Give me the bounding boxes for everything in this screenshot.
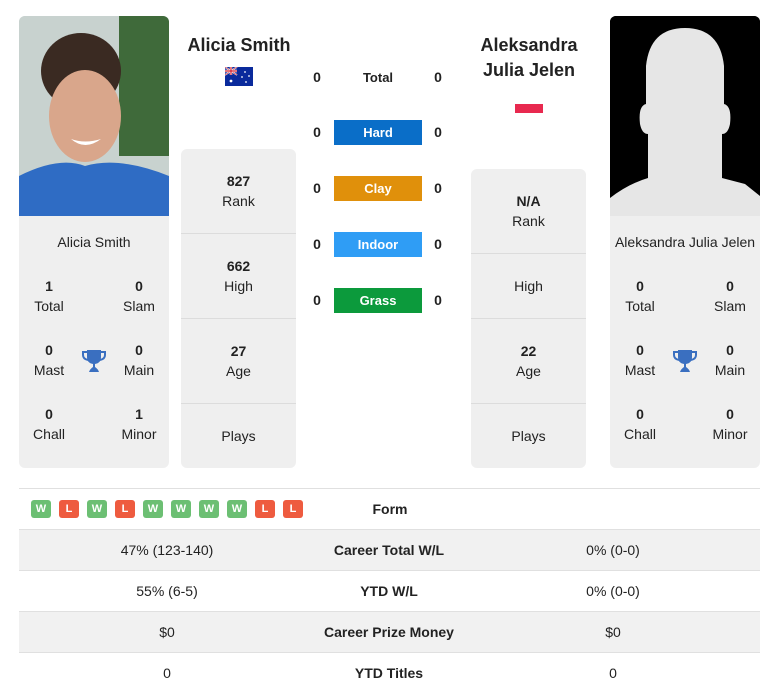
player2-titles-total: 0 Total bbox=[625, 278, 655, 314]
player1-titles-chall: 0 Chall bbox=[33, 406, 65, 442]
form-win-badge[interactable]: W bbox=[171, 500, 191, 518]
surface-total-label: Total bbox=[362, 70, 394, 85]
player1-titles-minor: 1 Minor bbox=[121, 406, 157, 442]
player2-rank: N/A Rank bbox=[471, 169, 586, 254]
player1-titles-main: 0 Main bbox=[123, 342, 155, 378]
player1-age: 27 Age bbox=[181, 319, 296, 404]
player1-titles-total: 1 Total bbox=[34, 278, 64, 314]
player2-card-name[interactable]: Aleksandra Julia Jelen bbox=[610, 234, 760, 250]
table-row: $0 Career Prize Money $0 bbox=[19, 611, 760, 652]
table-row: 0 YTD Titles 0 bbox=[19, 652, 760, 693]
surface-grass-badge[interactable]: Grass bbox=[334, 288, 422, 313]
player1-plays: Plays bbox=[221, 428, 256, 444]
player-silhouette-icon bbox=[610, 16, 760, 216]
player2-high: High bbox=[471, 254, 586, 319]
player2-age: 22 Age bbox=[471, 319, 586, 404]
player1-card-name[interactable]: Alicia Smith bbox=[19, 234, 169, 250]
form-win-badge[interactable]: W bbox=[143, 500, 163, 518]
form-loss-badge[interactable]: L bbox=[59, 500, 79, 518]
form-win-badge[interactable]: W bbox=[87, 500, 107, 518]
player2-titles-main: 0 Main bbox=[714, 342, 746, 378]
table-row: 55% (6-5) YTD W/L 0% (0-0) bbox=[19, 570, 760, 611]
player1-photo-image bbox=[19, 16, 169, 216]
divider bbox=[19, 488, 760, 489]
player1-info-card: Alicia Smith 1 Total 0 Slam 0 Mast 0 Mai… bbox=[19, 216, 169, 468]
table-row: 47% (123-140) Career Total W/L 0% (0-0) bbox=[19, 529, 760, 570]
player1-titles-slam: 0 Slam bbox=[123, 278, 155, 314]
form-win-badge[interactable]: W bbox=[227, 500, 247, 518]
player1-high: 662 High bbox=[181, 234, 296, 319]
player2-photo[interactable] bbox=[610, 16, 760, 216]
h2h-clay-row: 0 Clay 0 bbox=[305, 176, 450, 201]
player1-name[interactable]: Alicia Smith bbox=[174, 33, 304, 58]
h2h-total-row: 0 Total 0 bbox=[305, 65, 450, 89]
player2-titles-mast: 0 Mast bbox=[624, 342, 656, 378]
trophy-icon bbox=[82, 350, 106, 372]
h2h-grass-row: 0 Grass 0 bbox=[305, 288, 450, 313]
player2-info-card: Aleksandra Julia Jelen 0 Total 0 Slam 0 … bbox=[610, 216, 760, 468]
form-loss-badge[interactable]: L bbox=[283, 500, 303, 518]
form-win-badge[interactable]: W bbox=[31, 500, 51, 518]
form-loss-badge[interactable]: L bbox=[255, 500, 275, 518]
form-label: Form bbox=[372, 501, 408, 517]
surface-indoor-badge[interactable]: Indoor bbox=[334, 232, 422, 257]
form-results: WLWLWWWWLL bbox=[31, 500, 303, 518]
trophy-icon bbox=[673, 350, 697, 372]
form-win-badge[interactable]: W bbox=[199, 500, 219, 518]
player2-titles-chall: 0 Chall bbox=[624, 406, 656, 442]
surface-hard-badge[interactable]: Hard bbox=[334, 120, 422, 145]
h2h-hard-row: 0 Hard 0 bbox=[305, 120, 450, 145]
player1-titles-mast: 0 Mast bbox=[33, 342, 65, 378]
h2h-indoor-row: 0 Indoor 0 bbox=[305, 232, 450, 257]
poland-flag-icon bbox=[515, 99, 543, 113]
australia-flag-icon bbox=[225, 67, 253, 86]
surface-clay-badge[interactable]: Clay bbox=[334, 176, 422, 201]
player1-photo[interactable] bbox=[19, 16, 169, 216]
player1-rank: 827 Rank bbox=[181, 149, 296, 234]
player2-stats-column: N/A Rank High 22 Age Plays bbox=[471, 169, 586, 468]
player1-stats-column: 827 Rank 662 High 27 Age Plays bbox=[181, 149, 296, 468]
player2-plays: Plays bbox=[511, 428, 546, 444]
player2-name[interactable]: Aleksandra Julia Jelen bbox=[462, 33, 596, 83]
form-loss-badge[interactable]: L bbox=[115, 500, 135, 518]
player2-titles-slam: 0 Slam bbox=[714, 278, 746, 314]
player2-titles-minor: 0 Minor bbox=[712, 406, 748, 442]
